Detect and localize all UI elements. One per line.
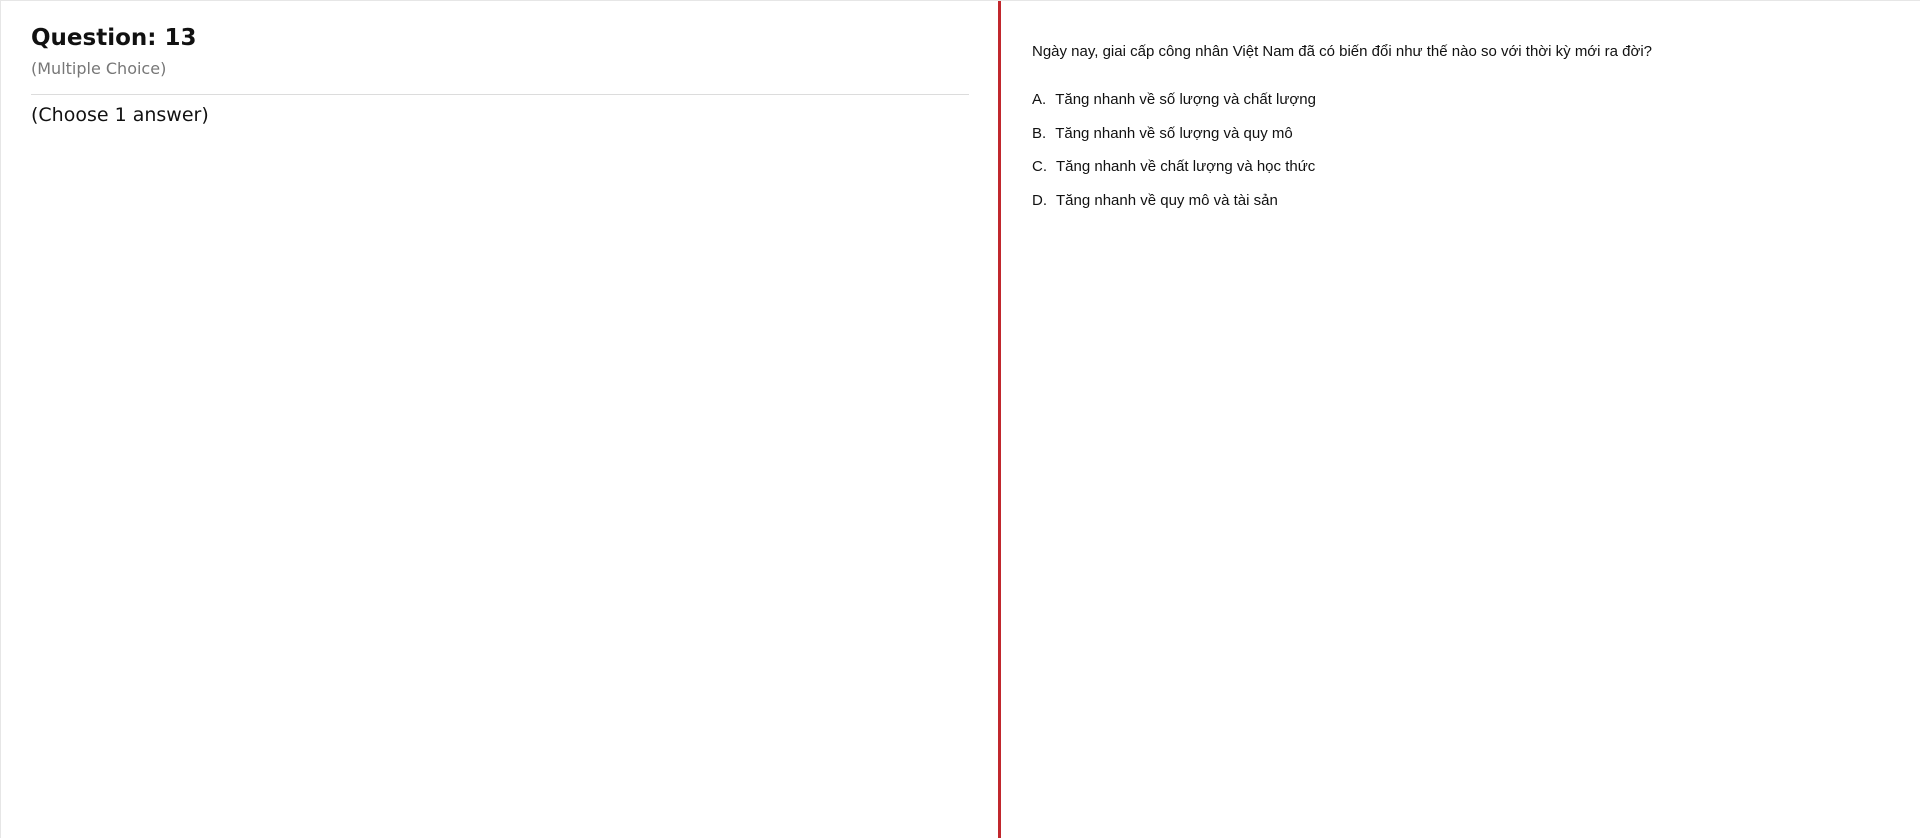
answer-option-d[interactable]: D. Tăng nhanh về quy mô và tài sản	[1032, 192, 1316, 226]
option-letter: A.	[1032, 91, 1047, 108]
option-letter: C.	[1032, 158, 1047, 175]
option-text: Tăng nhanh về quy mô và tài sản	[1056, 191, 1278, 209]
option-letter: B.	[1032, 124, 1047, 142]
option-text: Tăng nhanh về số lượng và quy mô	[1055, 124, 1293, 142]
option-text: Tăng nhanh về số lượng và chất lượng	[1055, 91, 1316, 108]
question-info-pane: Question: 13 (Multiple Choice) (Choose 1…	[1, 1, 998, 838]
answer-options: A. Tăng nhanh về số lượng và chất lượng …	[1032, 91, 1316, 225]
answer-option-c[interactable]: C. Tăng nhanh về chất lượng và học thức	[1032, 158, 1316, 192]
header-divider	[31, 94, 969, 95]
question-window: Question: 13 (Multiple Choice) (Choose 1…	[0, 0, 1920, 838]
answer-option-a[interactable]: A. Tăng nhanh về số lượng và chất lượng	[1032, 91, 1316, 125]
answer-option-b[interactable]: B. Tăng nhanh về số lượng và quy mô	[1032, 125, 1316, 159]
answer-instruction: (Choose 1 answer)	[31, 104, 209, 126]
question-type-label: (Multiple Choice)	[31, 59, 167, 78]
question-text: Ngày nay, giai cấp công nhân Việt Nam đã…	[1032, 43, 1653, 60]
option-letter: D.	[1032, 191, 1047, 209]
question-content-pane: Ngày nay, giai cấp công nhân Việt Nam đã…	[1001, 1, 1920, 838]
option-text: Tăng nhanh về chất lượng và học thức	[1056, 158, 1316, 175]
question-title: Question: 13	[31, 25, 197, 51]
